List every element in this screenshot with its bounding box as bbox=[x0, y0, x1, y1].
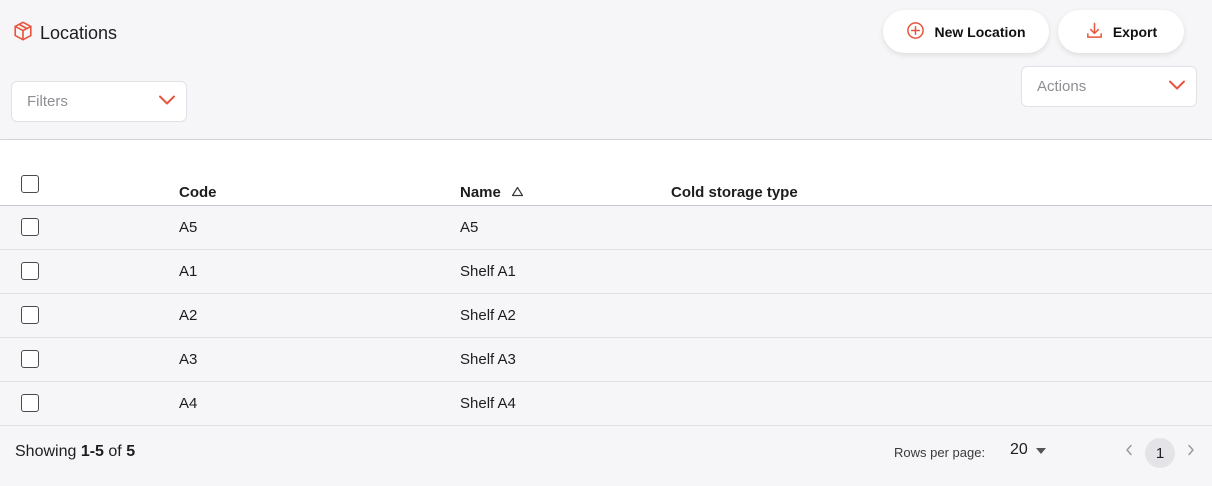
current-page-button[interactable]: 1 bbox=[1145, 438, 1175, 468]
plus-circle-icon bbox=[906, 21, 925, 43]
cell-code: A1 bbox=[179, 263, 198, 280]
showing-summary: Showing 1-5 of 5 bbox=[15, 443, 135, 461]
table-row[interactable]: A4 Shelf A4 bbox=[0, 382, 1212, 426]
table-row[interactable]: A5 A5 bbox=[0, 206, 1212, 250]
table-row[interactable]: A3 Shelf A3 bbox=[0, 338, 1212, 382]
cell-name: Shelf A1 bbox=[460, 263, 516, 280]
chevron-left-icon bbox=[1125, 443, 1133, 461]
actions-dropdown[interactable]: Actions bbox=[1021, 66, 1197, 107]
filters-dropdown[interactable]: Filters bbox=[11, 81, 187, 122]
cell-name: A5 bbox=[460, 219, 479, 236]
page-title-text: Locations bbox=[40, 23, 118, 43]
rows-per-page-value: 20 bbox=[1010, 441, 1028, 458]
row-checkbox[interactable] bbox=[21, 218, 39, 236]
showing-prefix: Showing bbox=[15, 443, 77, 460]
table-row[interactable]: A2 Shelf A2 bbox=[0, 294, 1212, 338]
column-header-name-label: Name bbox=[460, 184, 501, 201]
cell-code: A2 bbox=[179, 307, 198, 324]
row-checkbox[interactable] bbox=[21, 394, 39, 412]
sort-ascending-icon bbox=[511, 184, 524, 201]
rows-per-page-label: Rows per page: bbox=[894, 445, 986, 460]
rows-per-page-select[interactable]: 20 bbox=[1010, 441, 1046, 459]
export-button[interactable]: Export bbox=[1058, 10, 1184, 53]
chevron-down-icon bbox=[1168, 78, 1186, 95]
page-title: Locations bbox=[12, 20, 117, 47]
export-label: Export bbox=[1112, 23, 1158, 40]
row-checkbox[interactable] bbox=[21, 262, 39, 280]
cell-code: A5 bbox=[179, 219, 198, 236]
showing-of: of bbox=[108, 443, 122, 460]
row-checkbox[interactable] bbox=[21, 306, 39, 324]
chevron-right-icon bbox=[1187, 443, 1195, 461]
table-footer: Showing 1-5 of 5 Rows per page: 20 1 bbox=[0, 427, 1212, 486]
showing-range: 1-5 bbox=[80, 443, 104, 460]
new-location-button[interactable]: New Location bbox=[883, 10, 1049, 53]
cell-name: Shelf A2 bbox=[460, 307, 516, 324]
showing-total: 5 bbox=[126, 443, 136, 460]
column-header-code[interactable]: Code bbox=[179, 184, 217, 201]
table-row[interactable]: A1 Shelf A1 bbox=[0, 250, 1212, 294]
next-page-button[interactable] bbox=[1182, 441, 1200, 463]
locations-table: Code Name Cold storage type A5 A5 A1 She… bbox=[0, 140, 1212, 426]
box-icon bbox=[12, 20, 34, 47]
cell-name: Shelf A3 bbox=[460, 351, 516, 368]
new-location-label: New Location bbox=[934, 23, 1026, 40]
chevron-down-icon bbox=[158, 93, 176, 110]
cell-code: A3 bbox=[179, 351, 198, 368]
page-header: Locations New Location Export Filters Ac… bbox=[0, 0, 1212, 140]
caret-down-icon bbox=[1035, 441, 1046, 459]
cell-name: Shelf A4 bbox=[460, 395, 516, 412]
previous-page-button[interactable] bbox=[1120, 441, 1138, 463]
row-checkbox[interactable] bbox=[21, 350, 39, 368]
download-icon bbox=[1085, 21, 1104, 43]
cell-code: A4 bbox=[179, 395, 198, 412]
actions-placeholder: Actions bbox=[1037, 78, 1087, 95]
column-header-cold-storage-type[interactable]: Cold storage type bbox=[671, 184, 798, 201]
select-all-checkbox[interactable] bbox=[21, 175, 39, 193]
table-header: Code Name Cold storage type bbox=[0, 140, 1212, 206]
column-header-name[interactable]: Name bbox=[460, 184, 524, 201]
filters-placeholder: Filters bbox=[27, 93, 68, 110]
